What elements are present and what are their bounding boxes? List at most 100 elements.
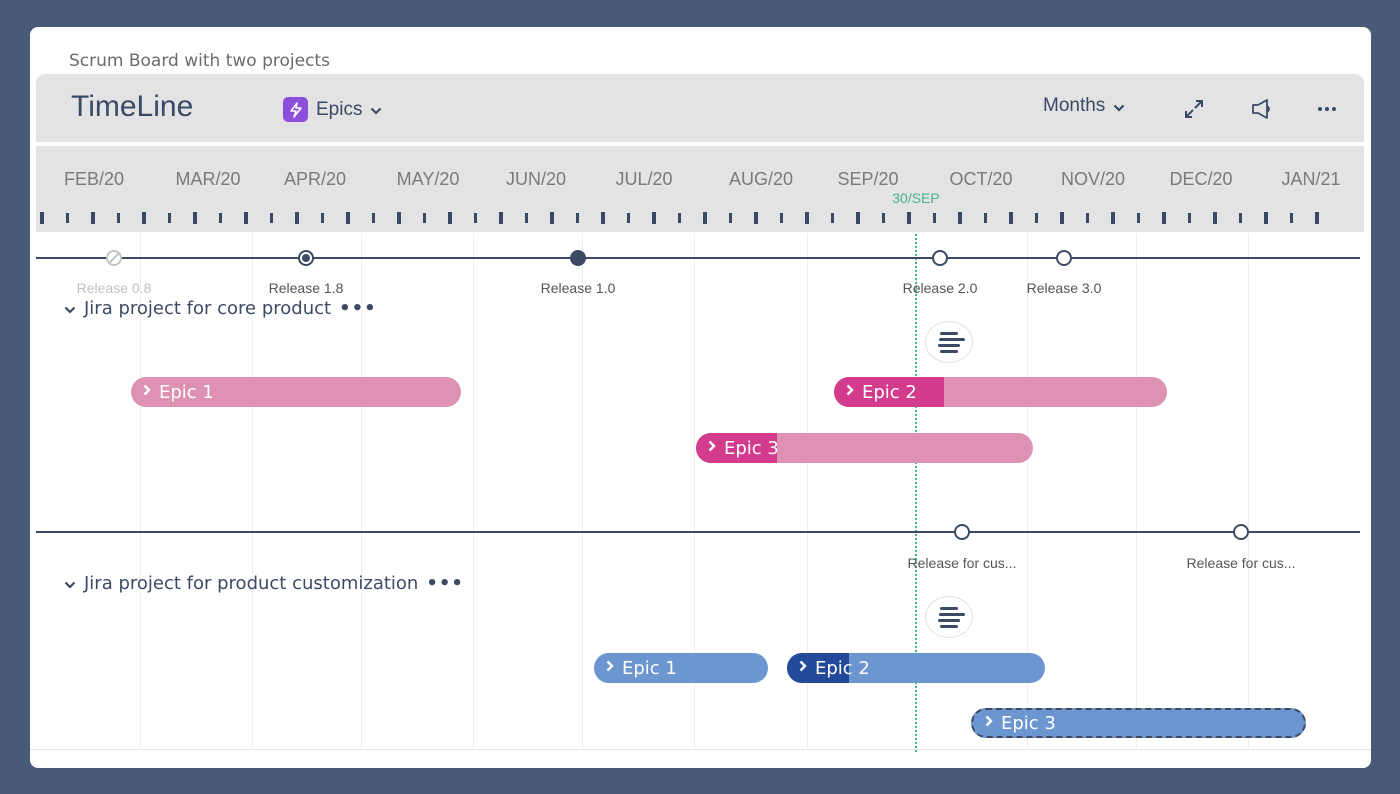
tick-mark	[142, 212, 146, 224]
release-marker[interactable]	[106, 250, 122, 266]
tick-mark	[601, 212, 605, 224]
month-label: JAN/21	[1281, 169, 1341, 189]
feedback-button[interactable]	[1249, 96, 1275, 122]
project-more-button[interactable]: •••	[339, 298, 377, 319]
release-label[interactable]: Release 1.8	[269, 280, 344, 296]
tick-mark	[1009, 212, 1013, 224]
release-marker[interactable]	[954, 524, 970, 540]
tick-mark	[116, 213, 120, 223]
tick-mark	[932, 213, 936, 223]
release-track	[36, 531, 1360, 533]
tick-mark	[218, 213, 222, 223]
release-label[interactable]: Release 1.0	[541, 280, 616, 296]
release-marker[interactable]	[932, 250, 948, 266]
project-name: Jira project for product customization	[84, 572, 419, 594]
tick-mark	[91, 212, 95, 224]
tick-mark	[346, 212, 350, 224]
epic-bar[interactable]: Epic 2	[834, 377, 1167, 407]
month-label: SEP/20	[837, 169, 899, 189]
release-label[interactable]: Release for cus...	[1187, 555, 1296, 571]
release-label[interactable]: Release for cus...	[908, 555, 1017, 571]
scroll-to-today-button[interactable]	[925, 321, 973, 363]
tick-mark	[40, 212, 44, 224]
tick-mark	[1162, 212, 1166, 224]
tick-mark	[422, 213, 426, 223]
tick-mark	[1315, 212, 1319, 224]
grid-line	[1136, 234, 1137, 749]
epic-name: Epic 1	[622, 657, 677, 679]
chevron-right-icon[interactable]	[708, 440, 716, 456]
chevron-right-icon[interactable]	[985, 715, 993, 731]
tick-mark	[1238, 213, 1242, 223]
month-label: NOV/20	[1060, 169, 1126, 189]
megaphone-icon	[1252, 99, 1270, 119]
align-center-icon-bar	[939, 337, 965, 341]
project-header[interactable]: Jira project for product customization ••…	[64, 572, 464, 594]
release-label[interactable]: Release 3.0	[1027, 280, 1102, 296]
chevron-right-icon[interactable]	[799, 660, 807, 676]
project-more-button[interactable]: •••	[426, 573, 464, 594]
board-title: Scrum Board with two projects	[69, 51, 330, 71]
expand-arrows-icon	[1185, 100, 1203, 118]
chevron-down-icon[interactable]	[64, 297, 76, 319]
release-label[interactable]: Release 0.8	[77, 280, 152, 296]
month-label: JUN/20	[505, 169, 567, 189]
release-marker[interactable]	[1233, 524, 1249, 540]
tick-mark	[626, 213, 630, 223]
tick-mark	[830, 213, 834, 223]
more-options-button[interactable]	[1314, 96, 1340, 122]
chevron-right-icon[interactable]	[606, 660, 614, 676]
scroll-to-today-button[interactable]	[925, 596, 973, 638]
chevron-down-icon	[370, 100, 382, 119]
month-label: APR/20	[283, 169, 347, 189]
align-center-icon-bar	[938, 618, 960, 622]
tick-mark	[167, 213, 171, 223]
tick-mark	[754, 212, 758, 224]
timeline-header: TimeLine Epics Months	[36, 74, 1364, 142]
epic-name: Epic 3	[1001, 712, 1056, 734]
epic-label: Epic 1	[131, 382, 214, 403]
epic-bar[interactable]: Epic 2	[787, 653, 1045, 683]
fullscreen-button[interactable]	[1181, 96, 1207, 122]
issue-type-dropdown[interactable]: Epics	[283, 97, 382, 122]
tick-mark	[958, 212, 962, 224]
month-label: AUG/20	[728, 169, 794, 189]
month-label: JUL/20	[615, 169, 673, 189]
month-label: FEB/20	[63, 169, 125, 189]
tick-mark	[1187, 213, 1191, 223]
project-header[interactable]: Jira project for core product •••	[64, 297, 377, 319]
timeline-card: Scrum Board with two projects TimeLine E…	[30, 27, 1371, 768]
tick-mark	[269, 213, 273, 223]
release-marker[interactable]	[298, 250, 314, 266]
tick-mark	[524, 213, 528, 223]
tick-mark	[65, 213, 69, 223]
release-marker[interactable]	[1056, 250, 1072, 266]
tick-mark	[1034, 213, 1038, 223]
epic-label: Epic 1	[594, 658, 677, 679]
tick-mark	[397, 212, 401, 224]
epic-bar[interactable]: Epic 3	[971, 708, 1306, 738]
epic-label: Epic 3	[973, 713, 1056, 734]
epic-bar[interactable]: Epic 1	[594, 653, 768, 683]
release-label[interactable]: Release 2.0	[903, 280, 978, 296]
epic-name: Epic 2	[862, 381, 917, 403]
tick-mark	[575, 213, 579, 223]
grid-line	[582, 234, 583, 749]
chevron-right-icon[interactable]	[143, 384, 151, 400]
release-marker[interactable]	[570, 250, 586, 266]
epic-name: Epic 1	[159, 381, 214, 403]
epic-bar[interactable]: Epic 1	[131, 377, 461, 407]
tick-mark	[728, 213, 732, 223]
grid-line	[1248, 234, 1249, 749]
align-center-icon-bar	[940, 606, 958, 610]
zoom-level-dropdown[interactable]: Months	[1043, 95, 1125, 117]
epic-bar[interactable]: Epic 3	[696, 433, 1033, 463]
chevron-right-icon[interactable]	[846, 384, 854, 400]
align-center-icon-bar	[938, 343, 960, 347]
tick-mark	[652, 212, 656, 224]
month-label: MAR/20	[175, 169, 241, 189]
tick-mark	[856, 212, 860, 224]
epic-label: Epic 2	[787, 658, 870, 679]
tick-mark	[881, 213, 885, 223]
chevron-down-icon[interactable]	[64, 572, 76, 594]
